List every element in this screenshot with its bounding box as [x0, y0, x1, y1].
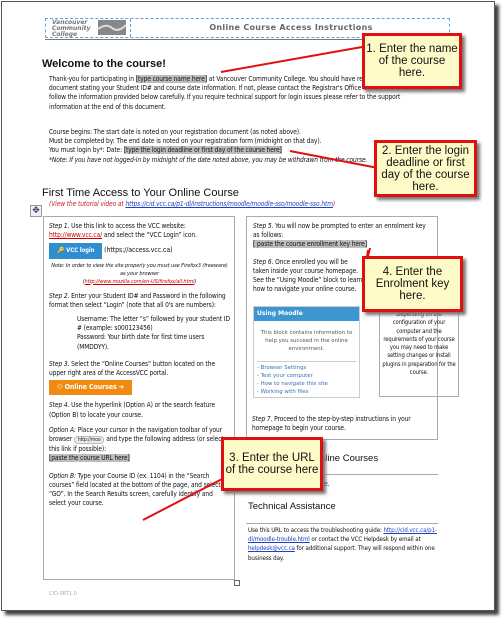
callout-4: 4. Enter the Enrolment key here. — [362, 256, 463, 312]
callout-2-pointer — [289, 150, 379, 169]
callout-3: 3. Enter the URL of the course here — [221, 437, 323, 491]
callout-3-pointer — [142, 477, 225, 521]
callout-1-pointer — [220, 46, 363, 73]
callout-2: 2. Enter the login deadline or first day… — [374, 140, 477, 197]
callout-1: 1. Enter the name of the course here. — [362, 33, 462, 89]
